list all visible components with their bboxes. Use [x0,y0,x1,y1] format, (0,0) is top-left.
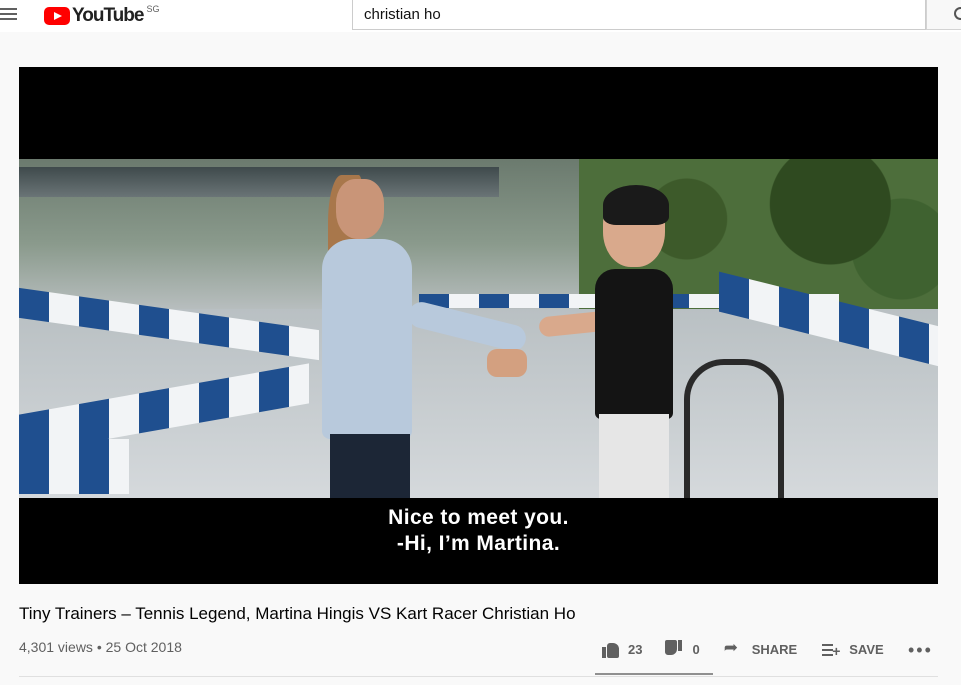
like-button[interactable]: 23 [600,639,642,659]
more-actions-button[interactable]: ••• [908,640,933,661]
save-button[interactable]: SAVE [821,639,884,659]
playlist-add-icon [821,639,841,659]
youtube-play-icon [44,7,70,25]
sentiment-bar [595,673,713,675]
dislike-count: 0 [692,641,700,657]
search-input[interactable]: christian ho [352,0,926,30]
top-bar: YouTube SG christian ho [0,0,961,32]
subtitle-line-2: -Hi, I’m Martina. [396,532,561,555]
upload-date: 25 Oct 2018 [105,639,182,655]
thumb-down-icon [664,639,684,659]
dislike-button[interactable]: 0 [664,639,700,659]
video-player[interactable]: Nice to meet you. -Hi, I’m Martina. [19,67,938,584]
save-label: SAVE [849,641,884,657]
search-query: christian ho [364,6,441,23]
video-title: Tiny Trainers – Tennis Legend, Martina H… [19,604,576,623]
subtitle-line-1: Nice to meet you. [388,506,569,529]
divider [19,676,938,677]
video-frame [19,159,938,498]
youtube-logo[interactable]: YouTube SG [44,4,159,28]
action-bar: 23 0 SHARE SAVE [600,638,884,660]
like-count: 23 [628,641,643,657]
thumb-up-icon [600,639,620,659]
share-button[interactable]: SHARE [724,638,798,659]
video-meta: 4,301 views • 25 Oct 2018 [19,639,182,655]
region-code: SG [146,4,160,14]
share-icon [724,638,744,659]
hamburger-menu-icon[interactable] [0,8,18,22]
logo-text: YouTube [72,5,144,26]
search-icon [954,7,961,20]
search-button[interactable] [926,0,961,30]
video-subtitles: Nice to meet you. -Hi, I’m Martina. [19,505,938,557]
share-label: SHARE [751,641,798,657]
view-count: 4,301 views [19,639,93,655]
